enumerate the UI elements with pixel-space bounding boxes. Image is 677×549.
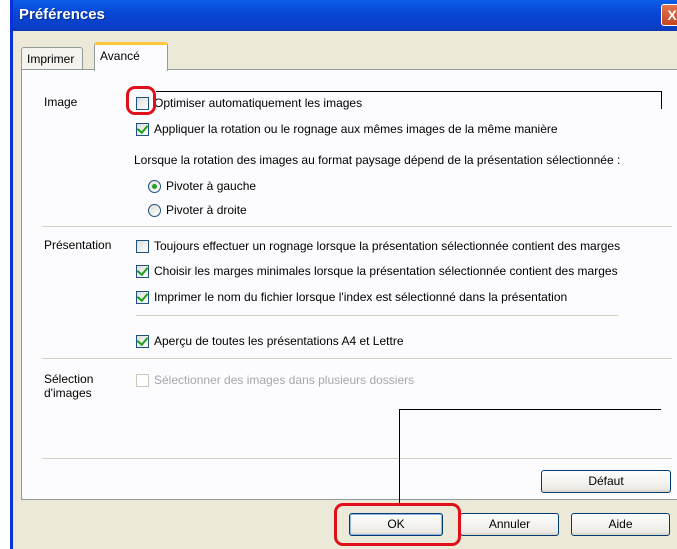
image-selection-label-line1: Sélection	[44, 372, 94, 386]
optimize-highlight-box	[126, 86, 156, 115]
min-margins-label: Choisir les marges minimales lorsque la …	[154, 264, 618, 278]
default-button[interactable]: Défaut	[541, 470, 671, 493]
callout-line-top-horizontal	[156, 91, 661, 92]
window-title: Préférences	[19, 6, 105, 23]
min-margins-option[interactable]: Choisir les marges minimales lorsque la …	[136, 263, 618, 279]
multi-folder-label: Sélectionner des images dans plusieurs d…	[154, 373, 415, 387]
landscape-rotation-label: Lorsque la rotation des images au format…	[134, 153, 621, 167]
title-bar[interactable]: Préférences X	[13, 0, 677, 31]
callout-line-bottom-horizontal	[399, 409, 661, 410]
always-crop-checkbox[interactable]	[136, 239, 149, 253]
help-button[interactable]: Aide	[571, 513, 670, 536]
always-crop-option[interactable]: Toujours effectuer un rognage lorsque la…	[136, 238, 620, 254]
preview-all-checkbox[interactable]	[136, 334, 149, 348]
print-filename-label: Imprimer le nom du fichier lorsque l'ind…	[154, 290, 568, 304]
rotate-right-label: Pivoter à droite	[166, 203, 247, 217]
close-icon[interactable]: X	[661, 4, 677, 26]
always-crop-label: Toujours effectuer un rognage lorsque la…	[154, 239, 621, 253]
tab-imprimer[interactable]: Imprimer	[21, 47, 83, 69]
rotate-left-option[interactable]: Pivoter à gauche	[148, 178, 256, 194]
separator	[42, 226, 672, 228]
rotate-right-radio[interactable]	[148, 203, 161, 217]
image-selection-label-line2: d'images	[44, 386, 92, 400]
callout-line-top-vertical	[661, 91, 662, 109]
rotate-left-radio[interactable]	[148, 179, 161, 193]
optimize-images-option[interactable]: Optimiser automatiquement les images	[136, 95, 362, 111]
min-margins-checkbox[interactable]	[136, 264, 149, 278]
advanced-tab-panel: Image Optimiser automatiquement les imag…	[21, 69, 677, 500]
rotate-left-label: Pivoter à gauche	[166, 179, 257, 193]
preview-all-label: Aperçu de toutes les présentations A4 et…	[154, 334, 404, 348]
tab-avance[interactable]: Avancé	[94, 42, 168, 71]
cancel-button[interactable]: Annuler	[460, 513, 559, 536]
layout-section-label: Présentation	[44, 238, 112, 252]
separator	[42, 458, 672, 460]
apply-rotation-label: Appliquer la rotation ou le rognage aux …	[154, 122, 558, 136]
ok-highlight-box	[334, 503, 461, 546]
print-filename-checkbox[interactable]	[136, 290, 149, 304]
image-section-label: Image	[44, 95, 78, 109]
apply-rotation-option[interactable]: Appliquer la rotation ou le rognage aux …	[136, 121, 558, 137]
preview-all-option[interactable]: Aperçu de toutes les présentations A4 et…	[136, 333, 404, 349]
image-selection-section-label: Sélection d'images	[44, 372, 93, 400]
optimize-images-label: Optimiser automatiquement les images	[154, 96, 363, 110]
callout-line-bottom-vertical	[399, 409, 400, 503]
landscape-rotation-text: Lorsque la rotation des images au format…	[134, 152, 620, 168]
multi-folder-option: Sélectionner des images dans plusieurs d…	[136, 372, 414, 388]
print-filename-option[interactable]: Imprimer le nom du fichier lorsque l'ind…	[136, 289, 567, 305]
multi-folder-checkbox	[136, 373, 149, 387]
separator	[42, 358, 672, 360]
preferences-dialog: Préférences X Imprimer Avancé Image Opti…	[10, 0, 677, 549]
separator	[136, 315, 618, 317]
apply-rotation-checkbox[interactable]	[136, 122, 149, 136]
rotate-right-option[interactable]: Pivoter à droite	[148, 202, 247, 218]
